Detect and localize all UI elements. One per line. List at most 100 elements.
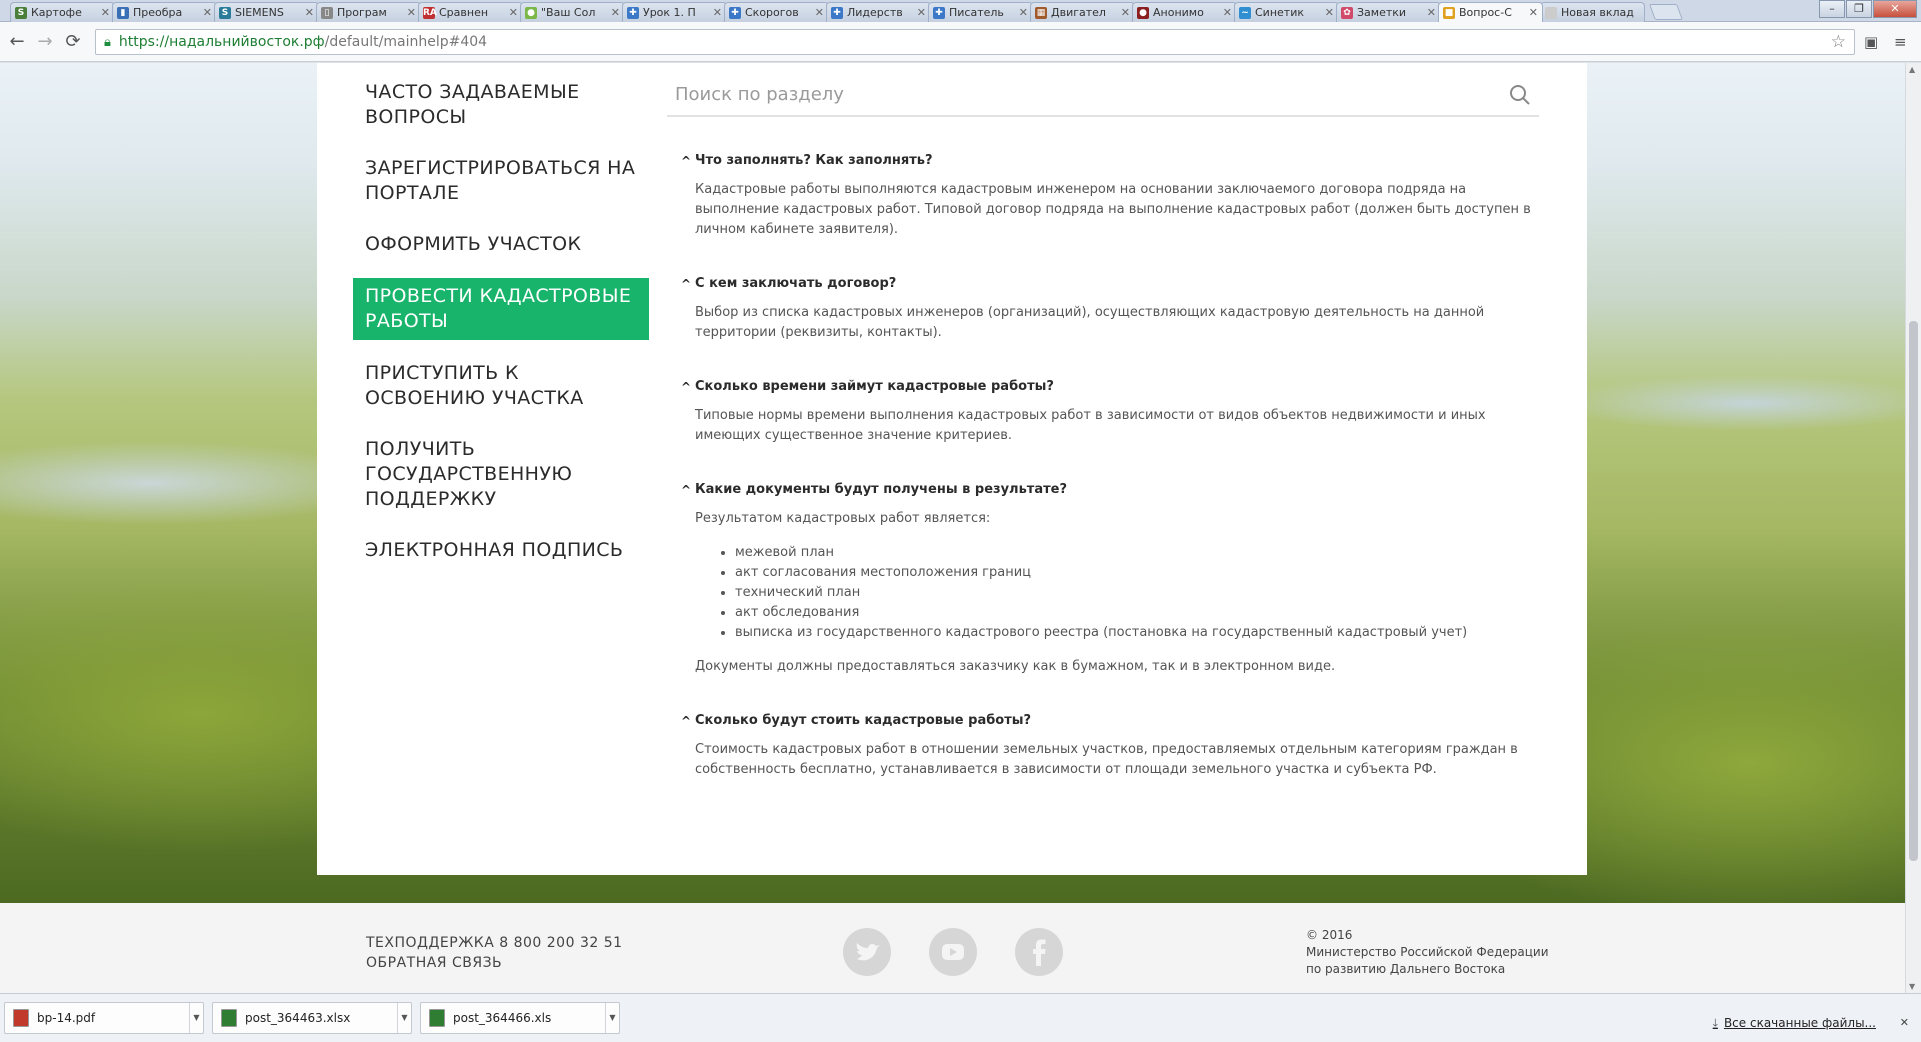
menu-item[interactable]: ЗАРЕГИСТРИРОВАТЬСЯ НА ПОРТАЛЕ (353, 143, 649, 219)
browser-tab[interactable]: S SIEMENS ✕ (214, 2, 319, 22)
menu-item[interactable]: ОФОРМИТЬ УЧАСТОК (353, 219, 649, 270)
search-icon[interactable] (1509, 84, 1531, 106)
tab-close-icon[interactable]: ✕ (407, 6, 416, 19)
tab-close-icon[interactable]: ✕ (1223, 6, 1232, 19)
tab-close-icon[interactable]: ✕ (203, 6, 212, 19)
tab-close-icon[interactable]: ✕ (815, 6, 824, 19)
tab-favicon-icon: ✚ (729, 6, 741, 19)
faq-question-text: С кем заключать договор? (695, 276, 897, 291)
all-downloads-link[interactable]: ⤓ Все скачанные файлы... (1713, 1016, 1876, 1031)
close-window-button[interactable]: ✕ (1873, 0, 1917, 18)
facebook-icon[interactable] (1015, 928, 1063, 976)
ministry-name-line1: Министерство Российской Федерации (1306, 945, 1549, 959)
forward-arrow-icon[interactable]: → (34, 31, 56, 53)
search-input[interactable] (667, 77, 1487, 111)
faq-question[interactable]: ^ С кем заключать договор? (681, 276, 1541, 291)
tab-label: Програм (337, 6, 387, 19)
browser-tab[interactable]: RA Сравнен ✕ (418, 2, 523, 22)
restore-button[interactable]: ❐ (1846, 0, 1872, 18)
browser-tab[interactable]: S Картофе ✕ (10, 2, 115, 22)
tab-label: Лидерств (847, 6, 903, 19)
browser-tab[interactable]: Новая вклад (1540, 2, 1645, 22)
tab-close-icon[interactable]: ✕ (611, 6, 620, 19)
url-path: /default/mainhelp#404 (324, 34, 488, 50)
browser-tab[interactable]: ~ Синетик ✕ (1234, 2, 1339, 22)
bookmark-star-icon[interactable]: ☆ (1831, 32, 1846, 52)
tab-label: Урок 1. П (643, 6, 696, 19)
tab-close-icon[interactable]: ✕ (1019, 6, 1028, 19)
tab-label: Двигател (1051, 6, 1106, 19)
browser-tab[interactable]: ✚ Лидерств ✕ (826, 2, 931, 22)
tab-favicon-icon: ✚ (627, 6, 639, 19)
browser-tab[interactable]: ✿ Заметки ✕ (1336, 2, 1441, 22)
browser-tab[interactable]: ✚ Писатель ✕ (928, 2, 1033, 22)
download-item[interactable]: post_364463.xlsx ▼ (212, 1002, 412, 1034)
minimize-button[interactable]: – (1819, 0, 1845, 18)
download-filename: bp-14.pdf (37, 1011, 96, 1025)
chevron-up-icon: ^ (681, 482, 692, 497)
browser-tab[interactable]: ■ Вопрос-С ✕ (1438, 2, 1543, 22)
faq-question[interactable]: ^ Сколько будут стоить кадастровые работы… (681, 713, 1541, 728)
tab-favicon-icon: ● (525, 6, 537, 19)
faq-item: ^ Сколько будут стоить кадастровые работы… (681, 713, 1541, 780)
browser-tab[interactable]: ▦ Двигател ✕ (1030, 2, 1135, 22)
chevron-down-icon[interactable]: ▼ (189, 1003, 203, 1033)
scroll-down-icon[interactable]: ▼ (1909, 982, 1915, 991)
tab-close-icon[interactable]: ✕ (713, 6, 722, 19)
browser-tab[interactable]: ▯ Програм ✕ (316, 2, 421, 22)
address-bar[interactable]: 🔒︎ https://надальнийвосток.рф/default/ma… (95, 29, 1855, 55)
faq-question-text: Сколько будут стоить кадастровые работы? (695, 713, 1032, 728)
faq-item: ^ Какие документы будут получены в резуль… (681, 482, 1541, 677)
twitter-icon[interactable] (843, 928, 891, 976)
menu-item[interactable]: ПОЛУЧИТЬ ГОСУДАРСТВЕННУЮ ПОДДЕРЖКУ (353, 424, 649, 525)
chevron-down-icon[interactable]: ▼ (605, 1003, 619, 1033)
faq-question[interactable]: ^ Какие документы будут получены в резуль… (681, 482, 1541, 497)
tab-close-icon[interactable]: ✕ (1427, 6, 1436, 19)
browser-tab[interactable]: ✚ Скорогов ✕ (724, 2, 829, 22)
menu-item[interactable]: ПРИСТУПИТЬ К ОСВОЕНИЮ УЧАСТКА (353, 348, 649, 424)
faq-item: ^ Сколько времени займут кадастровые рабо… (681, 379, 1541, 446)
faq-answer-text: Типовые нормы времени выполнения кадастр… (695, 408, 1486, 443)
faq-question[interactable]: ^ Сколько времени займут кадастровые рабо… (681, 379, 1541, 394)
reload-icon[interactable]: ⟳ (62, 31, 84, 53)
tab-label: Преобра (133, 6, 183, 19)
menu-item[interactable]: ЭЛЕКТРОННАЯ ПОДПИСЬ (353, 525, 649, 576)
result-documents-list: межевой планакт согласования местоположе… (735, 543, 1541, 643)
scroll-up-icon[interactable]: ▲ (1909, 65, 1915, 74)
faq-question-text: Сколько времени займут кадастровые работ… (695, 379, 1054, 394)
tab-close-icon[interactable]: ✕ (101, 6, 110, 19)
new-tab-button[interactable] (1649, 4, 1683, 20)
tab-close-icon[interactable]: ✕ (305, 6, 314, 19)
back-arrow-icon[interactable]: ← (6, 31, 28, 53)
browser-tab[interactable]: ✚ Урок 1. П ✕ (622, 2, 727, 22)
page-viewport: ЧАСТО ЗАДАВАЕМЫЕ ВОПРОСЫ ЗАРЕГИСТРИРОВАТЬ… (0, 63, 1905, 993)
tab-favicon-icon: ✚ (933, 6, 945, 19)
help-section-menu: ЧАСТО ЗАДАВАЕМЫЕ ВОПРОСЫ ЗАРЕГИСТРИРОВАТЬ… (353, 63, 649, 576)
menu-item[interactable]: ПРОВЕСТИ КАДАСТРОВЫЕ РАБОТЫ (353, 278, 649, 340)
tab-close-icon[interactable]: ✕ (1529, 6, 1538, 19)
chevron-down-icon[interactable]: ▼ (397, 1003, 411, 1033)
download-filename: post_364466.xls (453, 1011, 552, 1025)
download-item[interactable]: post_364466.xls ▼ (420, 1002, 620, 1034)
tab-close-icon[interactable]: ✕ (1325, 6, 1334, 19)
download-item[interactable]: bp-14.pdf ▼ (4, 1002, 204, 1034)
scrollbar-thumb[interactable] (1909, 321, 1918, 861)
faq-question[interactable]: ^ Что заполнять? Как заполнять? (681, 153, 1541, 168)
chevron-up-icon: ^ (681, 713, 692, 728)
close-shelf-icon[interactable]: ✕ (1900, 1016, 1909, 1029)
faq-answer: Выбор из списка кадастровых инженеров (о… (681, 303, 1541, 343)
list-item: технический план (735, 583, 1541, 603)
menu-item[interactable]: ЧАСТО ЗАДАВАЕМЫЕ ВОПРОСЫ (353, 63, 649, 143)
extension-icon[interactable]: ▣ (1864, 33, 1878, 51)
tab-close-icon[interactable]: ✕ (509, 6, 518, 19)
feedback-link[interactable]: ОБРАТНАЯ СВЯЗЬ (366, 953, 623, 973)
browser-tab[interactable]: ● "Ваш Сол ✕ (520, 2, 625, 22)
youtube-icon[interactable] (929, 928, 977, 976)
browser-tab[interactable]: ▮ Преобра ✕ (112, 2, 217, 22)
tab-favicon-icon: ✿ (1341, 6, 1353, 19)
browser-tab[interactable]: ● Анонимо ✕ (1132, 2, 1237, 22)
menu-icon[interactable]: ≡ (1894, 33, 1907, 51)
tab-close-icon[interactable]: ✕ (1121, 6, 1130, 19)
vertical-scrollbar[interactable]: ▲ ▼ (1905, 63, 1921, 993)
tab-close-icon[interactable]: ✕ (917, 6, 926, 19)
